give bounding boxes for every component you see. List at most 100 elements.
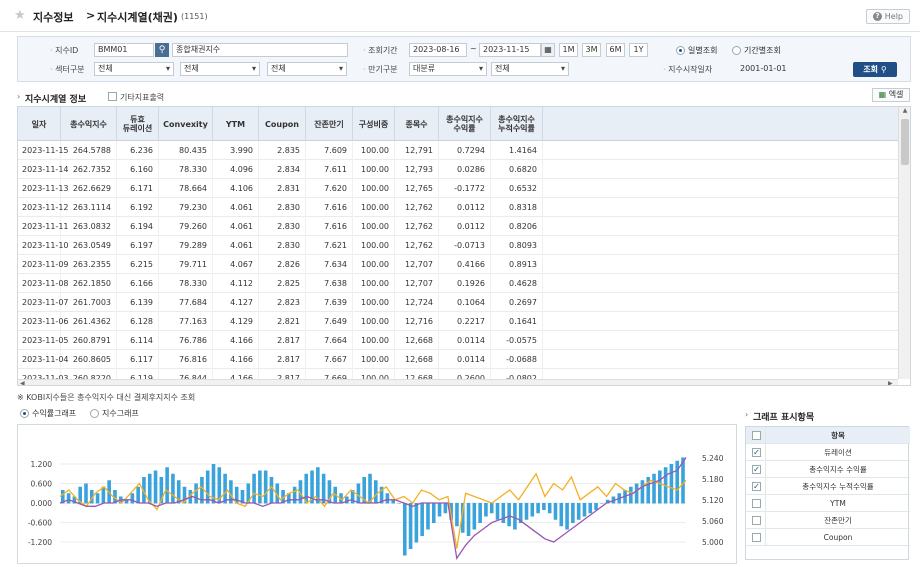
graph-item-row[interactable]: YTM — [746, 495, 910, 512]
search-icon[interactable]: ⚲ — [155, 43, 169, 57]
chart-bar — [420, 503, 424, 536]
column-header[interactable]: 종목수 — [395, 107, 439, 141]
table-cell: 100.00 — [353, 255, 395, 274]
range-1y-button[interactable]: 1Y — [629, 43, 648, 57]
table-cell: 0.8206 — [491, 217, 543, 236]
table-row[interactable]: 2023-11-15 264.5788 6.236 80.435 3.990 2.835 7… — [18, 141, 898, 160]
sector-select-1[interactable]: 전체 — [94, 62, 174, 76]
return-graph-radio[interactable] — [20, 409, 29, 418]
period-radio[interactable] — [732, 46, 741, 55]
column-header[interactable]: 총수익지수 수익률 — [439, 107, 491, 141]
breadcrumb-parent[interactable]: 지수정보 — [33, 9, 73, 25]
column-header[interactable]: 구성비중 — [353, 107, 395, 141]
column-header[interactable]: Convexity — [159, 107, 213, 141]
table-cell: 12,762 — [395, 217, 439, 236]
table-row[interactable]: 2023-11-06 261.4362 6.128 77.163 4.129 2.821 7… — [18, 312, 898, 331]
range-6m-button[interactable]: 6M — [606, 43, 625, 57]
table-row[interactable]: 2023-11-04 260.8605 6.117 76.816 4.166 2.817 7… — [18, 350, 898, 369]
chart-bar — [501, 503, 506, 523]
chart-bar — [397, 503, 401, 504]
table-row[interactable]: 2023-11-14 262.7352 6.160 78.330 4.096 2.834 7… — [18, 160, 898, 179]
chart-bar — [153, 470, 158, 504]
table-cell: 4.166 — [213, 331, 259, 350]
table-cell: 12,765 — [395, 179, 439, 198]
graph-item-checkbox[interactable] — [752, 516, 761, 525]
range-3m-button[interactable]: 3M — [582, 43, 601, 57]
favorite-star-icon[interactable]: ★ — [14, 9, 26, 22]
graph-item-checkbox[interactable]: ✓ — [752, 448, 761, 457]
vertical-scroll-thumb[interactable] — [901, 119, 909, 165]
table-cell: 12,791 — [395, 141, 439, 160]
column-header[interactable]: Coupon — [259, 107, 306, 141]
sector-select-3[interactable]: 전체 — [267, 62, 347, 76]
start-date-label: 지수시작일자 — [663, 64, 712, 75]
submit-search-button[interactable]: 조회 ⚲ — [853, 62, 897, 77]
horizontal-scrollbar[interactable]: ◀ ▶ — [18, 379, 898, 385]
chart-bar — [426, 503, 430, 530]
sector-select-2[interactable]: 전체 — [180, 62, 260, 76]
graph-item-checkbox[interactable]: ✓ — [752, 482, 761, 491]
table-cell: 100.00 — [353, 160, 395, 179]
maturity-select-1[interactable]: 대분류 — [409, 62, 487, 76]
table-row[interactable]: 2023-11-09 263.2355 6.215 79.711 4.067 2.826 7… — [18, 255, 898, 274]
chart-bar — [553, 503, 558, 520]
column-header[interactable]: 일자 — [18, 107, 61, 141]
table-row[interactable]: 2023-11-10 263.0549 6.197 79.289 4.061 2.830 7… — [18, 236, 898, 255]
column-header[interactable]: YTM — [213, 107, 259, 141]
chart-bar — [640, 480, 645, 504]
table-cell: 12,793 — [395, 160, 439, 179]
column-header[interactable]: 잔존만기 — [306, 107, 353, 141]
chart-bar — [130, 493, 135, 504]
vertical-scrollbar[interactable]: ▲ — [898, 107, 910, 379]
graph-item-checkbox[interactable] — [752, 533, 761, 542]
table-row[interactable]: 2023-11-12 263.1114 6.192 79.230 4.061 2.830 7… — [18, 198, 898, 217]
table-cell: 2023-11-11 — [18, 217, 69, 236]
table-cell: 2.826 — [259, 255, 306, 274]
date-from-input[interactable]: 2023-08-16 — [409, 43, 467, 57]
graph-item-row[interactable]: Coupon — [746, 529, 910, 546]
index-name-field[interactable]: 종합채권지수 — [172, 43, 348, 57]
excel-button[interactable]: ▦ 엑셀 — [872, 88, 910, 102]
graph-item-check-cell: ✓ — [746, 444, 766, 461]
table-row[interactable]: 2023-11-07 261.7003 6.139 77.684 4.127 2.823 7… — [18, 293, 898, 312]
table-cell: 80.435 — [159, 141, 213, 160]
scroll-up-icon[interactable]: ▲ — [899, 107, 910, 117]
index-graph-radio[interactable] — [90, 409, 99, 418]
table-row[interactable]: 2023-11-11 263.0832 6.194 79.260 4.061 2.830 7… — [18, 217, 898, 236]
chart-bar — [571, 503, 575, 523]
help-button[interactable]: ? Help — [866, 9, 910, 24]
graph-item-row[interactable]: ✓ 총수익지수 누적수익률 — [746, 478, 910, 495]
table-cell: 0.1926 — [439, 274, 491, 293]
graph-item-row[interactable]: ✓ 총수익지수 수익률 — [746, 461, 910, 478]
graph-item-row[interactable]: ✓ 듀레이션 — [746, 444, 910, 461]
index-id-input[interactable]: BMM01 — [94, 43, 154, 57]
table-cell: 2.817 — [259, 350, 306, 369]
daily-radio[interactable] — [676, 46, 685, 55]
chart-bar — [576, 503, 581, 520]
range-1m-button[interactable]: 1M — [559, 43, 578, 57]
date-to-input[interactable]: 2023-11-15 — [479, 43, 541, 57]
table-cell: 100.00 — [353, 141, 395, 160]
table-cell: 2023-11-09 — [18, 255, 69, 274]
table-row[interactable]: 2023-11-13 262.6629 6.171 78.664 4.106 2.831 7… — [18, 179, 898, 198]
select-all-checkbox[interactable] — [752, 431, 761, 440]
graph-item-row[interactable]: 잔존만기 — [746, 512, 910, 529]
graph-item-checkbox[interactable]: ✓ — [752, 465, 761, 474]
scroll-left-icon[interactable]: ◀ — [20, 380, 25, 385]
maturity-select-2[interactable]: 전체 — [491, 62, 569, 76]
table-row[interactable]: 2023-11-08 262.1850 6.166 78.330 4.112 2.825 7… — [18, 274, 898, 293]
other-indicator-checkbox[interactable] — [108, 92, 117, 101]
table-row[interactable]: 2023-11-05 260.8791 6.114 76.786 4.166 2.817 7… — [18, 331, 898, 350]
column-header[interactable]: 총수익지수 누적수익률 — [491, 107, 543, 141]
table-cell: 100.00 — [353, 217, 395, 236]
calendar-icon[interactable]: ▦ — [541, 43, 555, 57]
table-cell: 12,707 — [395, 274, 439, 293]
graph-item-label: 잔존만기 — [824, 516, 852, 525]
graph-item-checkbox[interactable] — [752, 499, 761, 508]
column-header[interactable]: 총수익지수 — [61, 107, 117, 141]
chart-bar — [194, 483, 198, 504]
scroll-right-icon[interactable]: ▶ — [888, 380, 893, 385]
column-header[interactable]: 듀효 듀레이션 — [117, 107, 159, 141]
table-cell: 7.638 — [306, 274, 353, 293]
chart-bar — [414, 503, 419, 543]
